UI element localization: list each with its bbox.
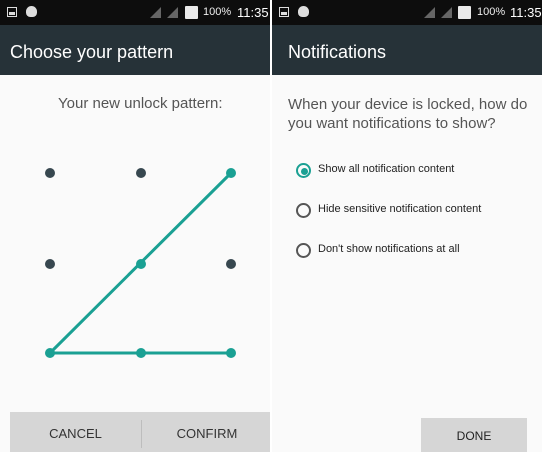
done-button[interactable]: DONE [421,418,527,452]
radio-label: Don't show notifications at all [318,243,460,255]
pattern-dot-selected[interactable] [45,348,55,358]
battery-percent: 100% [203,6,232,18]
pattern-dot-selected[interactable] [136,348,146,358]
image-notification-icon [7,7,17,17]
radio-label: Hide sensitive notification content [318,203,482,215]
radio-checked-icon [296,163,311,178]
radio-unchecked-icon [296,243,311,258]
pattern-dot-selected[interactable] [226,168,236,178]
android-notification-icon [26,6,37,17]
radio-unchecked-icon [296,203,311,218]
battery-icon [185,6,198,19]
pattern-dot[interactable] [45,168,55,178]
battery-icon [458,6,471,19]
choose-pattern-screen: 100% 11:35 Choose your pattern Your new … [0,0,270,452]
clock-time: 11:35 [510,5,542,20]
pattern-label: Your new unlock pattern: [58,95,223,112]
confirm-button[interactable]: CONFIRM [142,412,270,452]
page-title: Choose your pattern [0,25,270,75]
cancel-button[interactable]: CANCEL [10,412,141,452]
battery-percent: 100% [477,6,506,18]
clock-time: 11:35 [237,5,269,20]
image-notification-icon [279,7,289,17]
pattern-dot[interactable] [226,259,236,269]
notification-question: When your device is locked, how do you w… [288,96,528,132]
no-sim-signal-icon [441,7,452,18]
pattern-dot[interactable] [136,168,146,178]
button-bar: CANCEL CONFIRM [10,412,270,452]
pattern-dot-selected[interactable] [226,348,236,358]
pattern-dot[interactable] [45,259,55,269]
android-notification-icon [298,6,309,17]
no-sim-signal-icon [150,7,161,18]
page-title: Notifications [272,25,542,75]
status-bar: 100% 11:35 [272,0,542,25]
pattern-dot-selected[interactable] [136,259,146,269]
no-sim-signal-icon [424,7,435,18]
notifications-screen: 100% 11:35 Notifications When your devic… [272,0,542,452]
status-bar: 100% 11:35 [0,0,270,25]
no-sim-signal-icon [167,7,178,18]
pattern-grid[interactable] [0,160,270,370]
radio-label: Show all notification content [318,163,455,175]
